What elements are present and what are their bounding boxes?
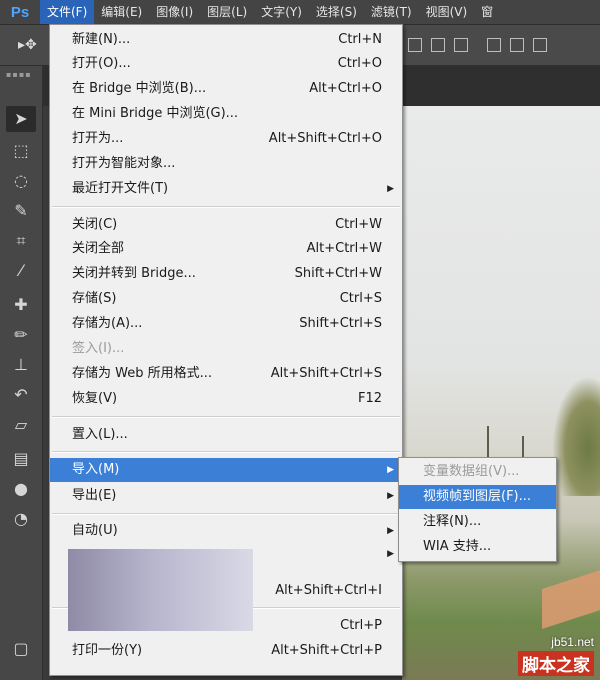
menu-item-automate[interactable]: 自动(U) ▶ — [50, 520, 402, 542]
eyedropper-tool-icon[interactable]: ⁄ — [6, 258, 36, 284]
align-bottom-icon[interactable] — [454, 38, 468, 52]
history-brush-tool-icon[interactable]: ↶ — [6, 382, 36, 408]
healing-brush-tool-icon[interactable]: ✚ — [6, 292, 36, 318]
submenu-arrow-icon: ▶ — [387, 465, 394, 475]
submenu-arrow-icon: ▶ — [387, 184, 394, 194]
menu-item-import[interactable]: 导入(M) ▶ — [50, 458, 402, 482]
menu-view[interactable]: 视图(V) — [419, 0, 475, 24]
menu-layer[interactable]: 图层(L) — [200, 0, 254, 24]
menu-separator — [52, 206, 400, 208]
submenu-item-variable-data-sets[interactable]: 变量数据组(V)... — [399, 460, 556, 484]
document-canvas[interactable]: jb51.net 脚本之家 — [402, 106, 600, 680]
tools-panel: ▪▪▪▪ ➤ ⬚ ◌ ✎ ⌗ ⁄ ✚ ✏ ⊥ ↶ ▱ ▤ ● ◔ ▢ — [0, 66, 43, 680]
menu-item-export[interactable]: 导出(E) ▶ — [50, 485, 402, 507]
eraser-tool-icon[interactable]: ▱ — [6, 412, 36, 438]
align-top-icon[interactable] — [408, 38, 422, 52]
menu-item-open[interactable]: 打开(O)... Ctrl+O — [50, 53, 402, 75]
menu-item-open-as[interactable]: 打开为... Alt+Shift+Ctrl+O — [50, 128, 402, 150]
crop-tool-icon[interactable]: ⌗ — [6, 228, 36, 254]
align-right-icon[interactable] — [533, 38, 547, 52]
watermark: jb51.net 脚本之家 — [518, 635, 594, 676]
submenu-item-wia-support[interactable]: WIA 支持... — [399, 535, 556, 559]
watermark-name: 脚本之家 — [518, 651, 594, 676]
menu-item-browse-mini-bridge[interactable]: 在 Mini Bridge 中浏览(G)... — [50, 103, 402, 125]
menu-item-place[interactable]: 置入(L)... — [50, 424, 402, 446]
align-left-icon[interactable] — [487, 38, 501, 52]
submenu-item-notes[interactable]: 注释(N)... — [399, 510, 556, 534]
align-vcenter-icon[interactable] — [431, 38, 445, 52]
menu-item-revert[interactable]: 恢复(V) F12 — [50, 388, 402, 410]
photoshop-logo: Ps — [10, 3, 30, 21]
menu-item-save[interactable]: 存储(S) Ctrl+S — [50, 288, 402, 310]
menu-item-save-as[interactable]: 存储为(A)... Shift+Ctrl+S — [50, 313, 402, 335]
align-hcenter-icon[interactable] — [510, 38, 524, 52]
menu-image[interactable]: 图像(I) — [149, 0, 200, 24]
menu-type[interactable]: 文字(Y) — [254, 0, 309, 24]
submenu-arrow-icon: ▶ — [387, 491, 394, 501]
marquee-tool-icon[interactable]: ⬚ — [6, 138, 36, 164]
menu-separator — [52, 451, 400, 453]
watermark-url: jb51.net — [551, 635, 594, 649]
menu-separator — [52, 416, 400, 418]
submenu-arrow-icon: ▶ — [387, 549, 394, 559]
menu-item-close[interactable]: 关闭(C) Ctrl+W — [50, 214, 402, 236]
menu-item-save-for-web[interactable]: 存储为 Web 所用格式... Alt+Shift+Ctrl+S — [50, 363, 402, 385]
move-tool-icon[interactable]: ➤ — [6, 106, 36, 132]
move-tool-icon[interactable]: ▸✥ — [18, 34, 40, 56]
gradient-tool-icon[interactable]: ▤ — [6, 446, 36, 472]
lasso-tool-icon[interactable]: ◌ — [6, 168, 36, 194]
file-menu-dropdown: 新建(N)... Ctrl+N 打开(O)... Ctrl+O 在 Bridge 中… — [49, 24, 403, 676]
redacted-blur-patch — [68, 549, 253, 631]
menu-item-close-all[interactable]: 关闭全部 Alt+Ctrl+W — [50, 238, 402, 260]
dodge-tool-icon[interactable]: ◔ — [6, 506, 36, 532]
import-submenu: 变量数据组(V)... 视频帧到图层(F)... 注释(N)... WIA 支持… — [398, 457, 557, 562]
quick-select-tool-icon[interactable]: ✎ — [6, 198, 36, 224]
menu-separator — [52, 513, 400, 515]
menu-select[interactable]: 选择(S) — [309, 0, 364, 24]
menu-window[interactable]: 窗 — [474, 0, 500, 24]
menu-edit[interactable]: 编辑(E) — [94, 0, 149, 24]
brush-tool-icon[interactable]: ✏ — [6, 322, 36, 348]
menu-item-open-smart-object[interactable]: 打开为智能对象... — [50, 153, 402, 175]
align-controls — [408, 38, 547, 52]
submenu-item-video-frames-to-layers[interactable]: 视频帧到图层(F)... — [399, 485, 556, 509]
menu-file[interactable]: 文件(F) — [40, 0, 95, 24]
clone-stamp-tool-icon[interactable]: ⊥ — [6, 352, 36, 378]
menu-item-print-one-copy[interactable]: 打印一份(Y) Alt+Shift+Ctrl+P — [50, 640, 402, 662]
menu-item-browse-bridge[interactable]: 在 Bridge 中浏览(B)... Alt+Ctrl+O — [50, 78, 402, 100]
menu-item-recent-files[interactable]: 最近打开文件(T) ▶ — [50, 178, 402, 200]
blur-tool-icon[interactable]: ● — [6, 476, 36, 502]
shoreline-trees — [552, 376, 600, 496]
menu-item-close-go-bridge[interactable]: 关闭并转到 Bridge... Shift+Ctrl+W — [50, 263, 402, 285]
screen-mode-icon[interactable]: ▢ — [6, 636, 36, 662]
menu-item-check-in[interactable]: 签入(I)... — [50, 338, 402, 360]
menu-filter[interactable]: 滤镜(T) — [364, 0, 419, 24]
menu-bar: Ps 文件(F) 编辑(E) 图像(I) 图层(L) 文字(Y) 选择(S) 滤… — [0, 0, 600, 25]
panel-grip-icon[interactable]: ▪▪▪▪ — [6, 71, 34, 79]
roof-image — [542, 563, 600, 629]
submenu-arrow-icon: ▶ — [387, 526, 394, 536]
menu-item-new[interactable]: 新建(N)... Ctrl+N — [50, 29, 402, 51]
